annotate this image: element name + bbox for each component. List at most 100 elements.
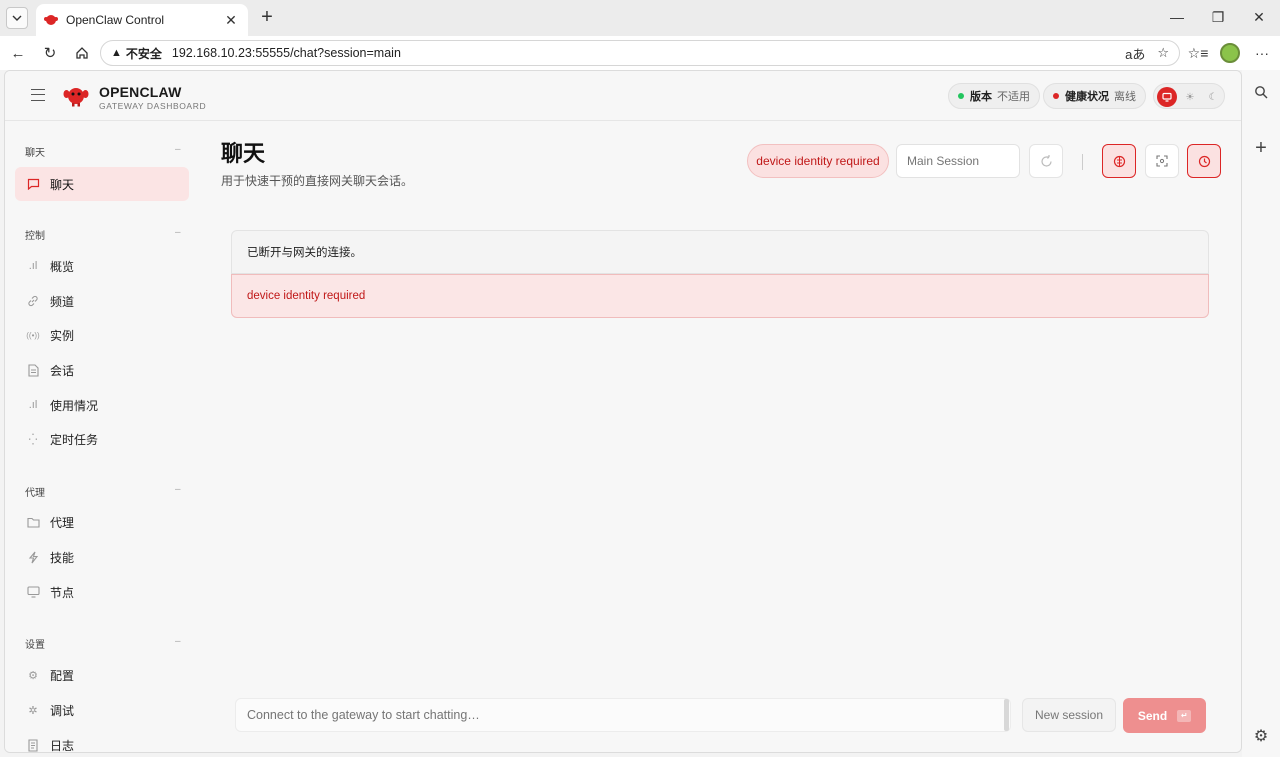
- sidebar-item-label: 日志: [50, 738, 75, 753]
- send-label: Send: [1137, 708, 1168, 723]
- settings-gear-icon[interactable]: ⚙: [1251, 726, 1271, 746]
- sidebar-item-chat[interactable]: 聊天: [15, 167, 189, 201]
- search-icon[interactable]: [1251, 82, 1271, 102]
- page-subtitle: 用于快速干预的直接网关聊天会话。: [221, 174, 414, 188]
- refresh-icon: [1040, 154, 1052, 167]
- status-dot-error: [1053, 93, 1059, 99]
- openclaw-favicon-icon: [44, 15, 58, 25]
- bar-chart-icon: .ıl: [28, 399, 38, 411]
- minimize-button[interactable]: —: [1162, 6, 1192, 28]
- sidebar-item-nodes[interactable]: 节点: [15, 575, 189, 609]
- sidebar-item-label: 频道: [50, 294, 75, 309]
- sidebar-item-channels[interactable]: 频道: [15, 284, 189, 318]
- add-icon[interactable]: +: [1251, 137, 1271, 159]
- star-icon[interactable]: ☆: [1157, 45, 1169, 61]
- thinking-toggle-button[interactable]: [1102, 144, 1136, 178]
- sidebar-item-label: 会话: [50, 363, 75, 378]
- clock-icon: [1198, 155, 1210, 167]
- home-button[interactable]: [70, 42, 94, 64]
- sidebar-item-label: 技能: [50, 550, 75, 565]
- sidebar-item-label: 定时任务: [50, 432, 99, 447]
- tab-title: OpenClaw Control: [66, 13, 165, 27]
- tab-list-button[interactable]: [6, 7, 28, 29]
- version-badge: 版本 不适用: [948, 83, 1040, 109]
- theme-system-icon[interactable]: [1157, 87, 1177, 107]
- sidebar-item-label: 实例: [50, 328, 75, 343]
- browser-tab-bar: OpenClaw Control ✕ + — ❐ ✕: [0, 0, 1280, 36]
- chat-icon: [25, 176, 41, 192]
- profile-button[interactable]: [1220, 42, 1240, 64]
- sidebar-item-instances[interactable]: ((•)) 实例: [15, 318, 189, 352]
- sidebar-item-label: 概览: [50, 259, 75, 274]
- message-input[interactable]: [235, 698, 1011, 732]
- health-label: 健康状况: [1065, 91, 1109, 103]
- document-icon: [25, 362, 41, 378]
- back-button[interactable]: ←: [6, 42, 30, 64]
- restore-button[interactable]: ❐: [1203, 6, 1233, 28]
- focus-mode-button[interactable]: [1145, 144, 1179, 178]
- collapse-icon[interactable]: –: [175, 484, 181, 495]
- menu-icon[interactable]: [31, 89, 45, 101]
- session-select[interactable]: [896, 144, 1020, 178]
- sidebar-section-settings[interactable]: 设置: [25, 636, 45, 651]
- main-content: 聊天 用于快速干预的直接网关聊天会话。 device identity requ…: [200, 122, 1241, 752]
- connection-error-chip: device identity required: [747, 144, 889, 178]
- version-label: 版本: [970, 91, 992, 103]
- history-button[interactable]: [1187, 144, 1221, 178]
- sidebar-item-skills[interactable]: 技能: [15, 540, 189, 574]
- theme-light-icon[interactable]: ☀: [1180, 87, 1200, 107]
- sidebar: 聊天 – 聊天 控制 – .ıl 概览 频道 ((•)) 实例 会话 .ıl 使…: [5, 122, 200, 753]
- browser-tab[interactable]: OpenClaw Control ✕: [36, 4, 248, 36]
- new-session-button[interactable]: New session: [1022, 698, 1116, 732]
- sidebar-item-label: 使用情况: [50, 398, 99, 413]
- sidebar-item-usage[interactable]: .ıl 使用情况: [15, 388, 189, 422]
- address-bar-row: ← ↻ ▲ 不安全 192.168.10.23:55555/chat?sessi…: [0, 36, 1280, 70]
- sidebar-item-logs[interactable]: 日志: [15, 728, 189, 753]
- monitor-icon: [25, 584, 41, 600]
- collapse-icon[interactable]: –: [175, 636, 181, 647]
- warning-icon: ▲: [111, 47, 122, 59]
- bug-icon: ✲: [28, 704, 38, 717]
- sidebar-item-debug[interactable]: ✲ 调试: [15, 693, 189, 727]
- omnibox[interactable]: ▲ 不安全 192.168.10.23:55555/chat?session=m…: [100, 40, 1180, 66]
- focus-icon: [1156, 155, 1168, 167]
- sidebar-item-overview[interactable]: .ıl 概览: [15, 249, 189, 283]
- theme-dark-icon[interactable]: ☾: [1203, 87, 1223, 107]
- send-button[interactable]: Send ↵: [1123, 698, 1206, 733]
- url-text[interactable]: 192.168.10.23:55555/chat?session=main: [172, 46, 1113, 60]
- sidebar-item-sessions[interactable]: 会话: [15, 353, 189, 387]
- more-menu-icon[interactable]: ···: [1252, 42, 1272, 64]
- sidebar-item-config[interactable]: ⚙ 配置: [15, 658, 189, 692]
- refresh-button[interactable]: [1029, 144, 1063, 178]
- version-value: 不适用: [997, 91, 1030, 103]
- page-title: 聊天: [221, 141, 266, 166]
- sidebar-section-control[interactable]: 控制: [25, 227, 45, 242]
- sidebar-item-agents[interactable]: 代理: [15, 505, 189, 539]
- reload-button[interactable]: ↻: [38, 42, 62, 64]
- error-message: device identity required: [231, 274, 1209, 318]
- insecure-label[interactable]: 不安全: [126, 45, 162, 62]
- sidebar-item-label: 配置: [50, 668, 75, 683]
- translate-icon[interactable]: aあ: [1125, 44, 1145, 63]
- sidebar-section-agents[interactable]: 代理: [25, 484, 45, 499]
- enter-key-icon: ↵: [1177, 709, 1192, 722]
- openclaw-logo-icon: [63, 88, 89, 107]
- brand: OPENCLAW GATEWAY DASHBOARD: [99, 84, 206, 111]
- sidebar-item-label: 调试: [50, 703, 75, 718]
- new-tab-button[interactable]: +: [256, 6, 278, 28]
- close-window-button[interactable]: ✕: [1244, 6, 1274, 28]
- composer-resize-handle[interactable]: [1004, 699, 1009, 731]
- collapse-icon[interactable]: –: [175, 144, 181, 155]
- collapse-icon[interactable]: –: [175, 227, 181, 238]
- log-icon: [25, 737, 41, 752]
- favorites-icon[interactable]: ☆≡: [1188, 42, 1209, 64]
- close-tab-icon[interactable]: ✕: [222, 12, 240, 29]
- sidebar-item-cron[interactable]: ⁛ 定时任务: [15, 422, 189, 456]
- sidebar-item-label: 节点: [50, 585, 75, 600]
- folder-icon: [25, 514, 41, 530]
- sidebar-section-chat[interactable]: 聊天: [25, 144, 45, 159]
- health-badge: 健康状况 离线: [1043, 83, 1146, 109]
- gear-icon: ⚙: [28, 669, 38, 682]
- link-icon: [25, 293, 41, 309]
- sidebar-item-label: 代理: [50, 515, 75, 530]
